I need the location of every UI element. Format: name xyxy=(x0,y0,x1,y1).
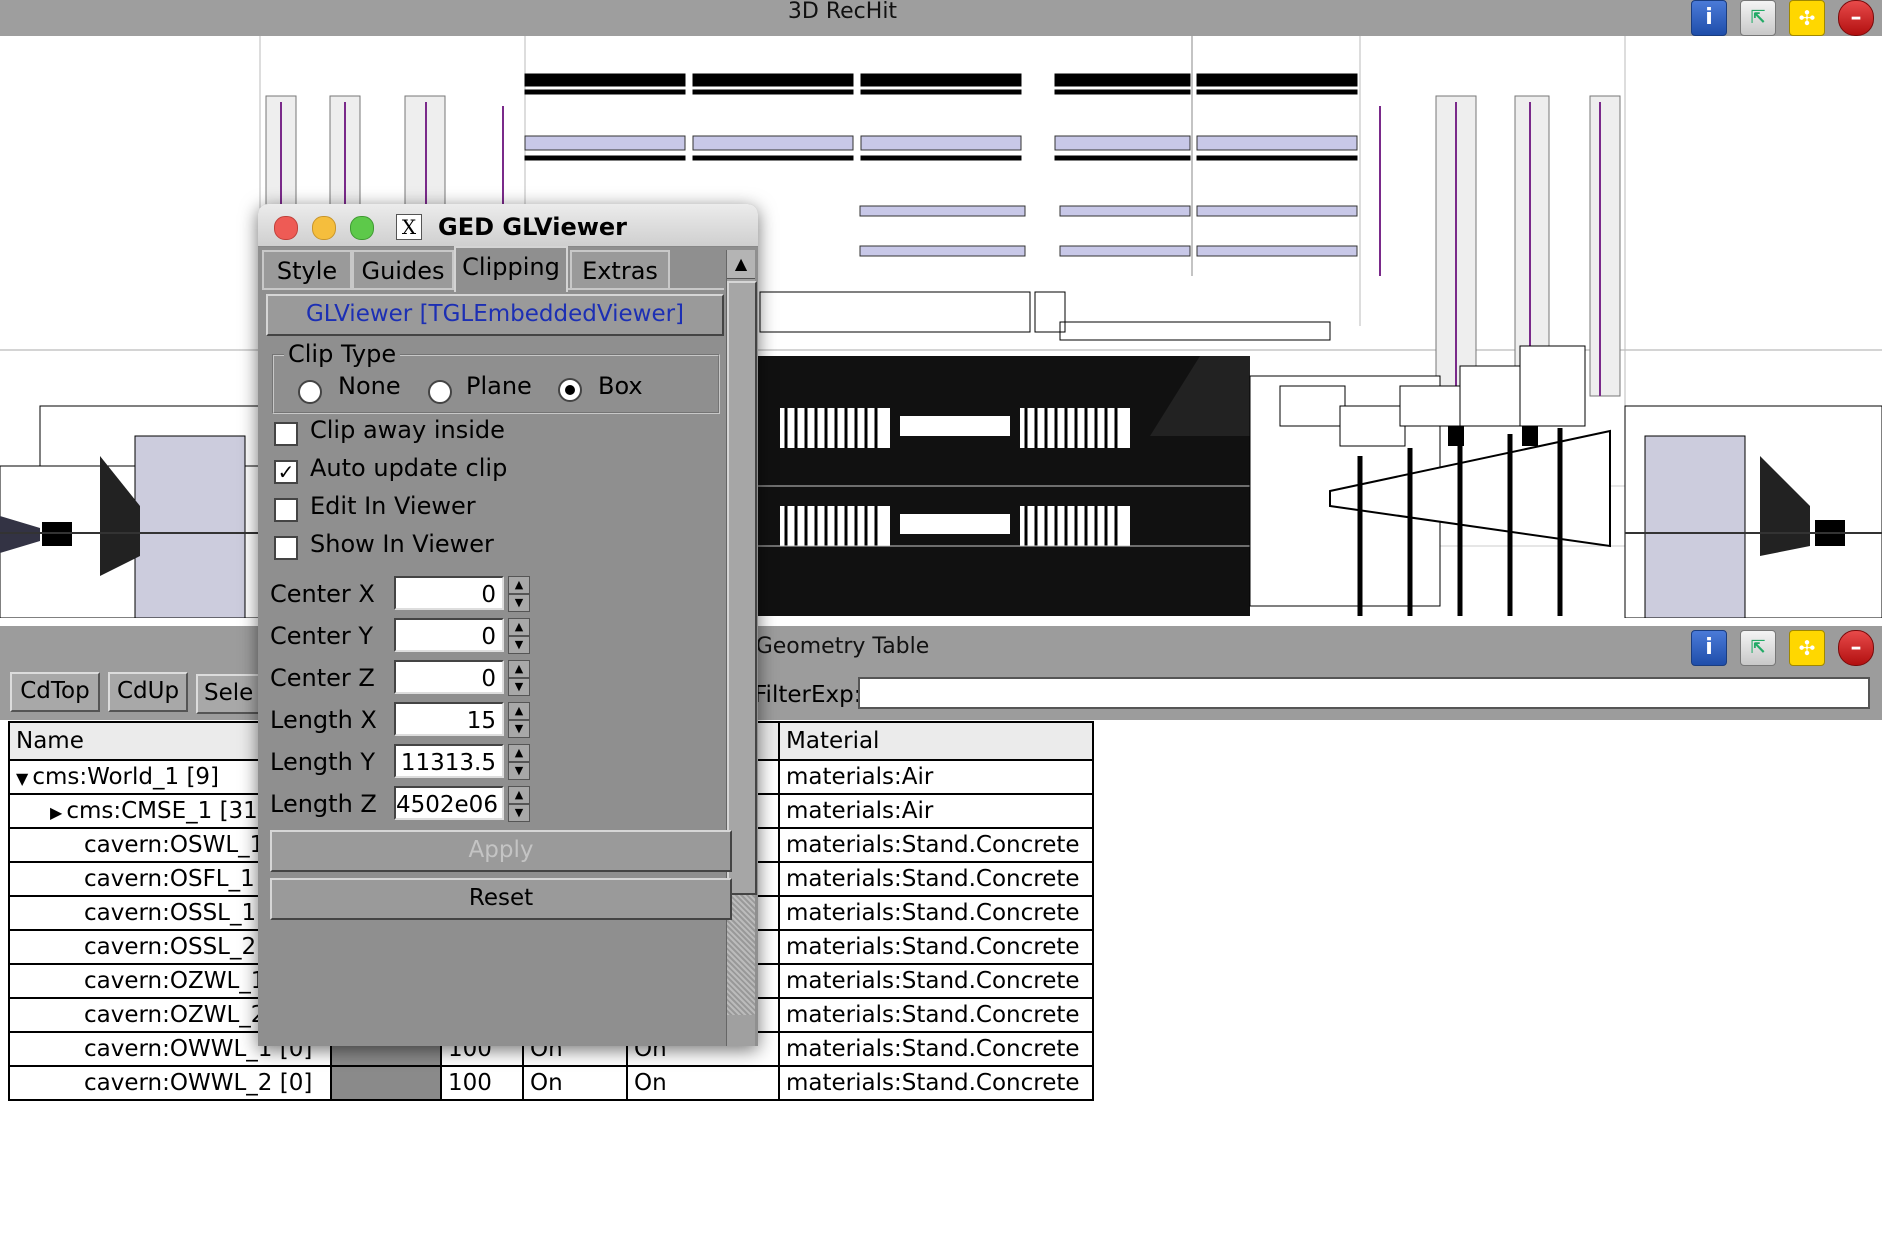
row-name-text: cavern:OSSL_2 [ xyxy=(84,934,273,960)
tab-clipping[interactable]: Clipping xyxy=(454,246,568,292)
row-name-text: cavern:OZWL_2 xyxy=(84,1002,266,1028)
length-y-field[interactable]: 11313.5 xyxy=(394,744,504,778)
row-name-text: cavern:OWWL_2 [0] xyxy=(84,1070,313,1096)
cdtop-button[interactable]: CdTop xyxy=(10,672,100,712)
row-name-text: cms:World_1 [9] xyxy=(32,764,220,790)
cell-material: materials:Air xyxy=(778,793,1094,829)
clip-away-inside-checkbox[interactable] xyxy=(274,422,298,446)
length-y-label: Length Y xyxy=(270,748,376,776)
center-y-stepper[interactable]: ▲ ▼ xyxy=(508,618,530,656)
row-name-text: cavern:OSWL_1 xyxy=(84,832,265,858)
dialog-title: GED GLViewer xyxy=(438,213,627,241)
table-row[interactable]: cavern:OWWL_2 [0] 100 On On materials:Stand.… xyxy=(8,1065,1094,1101)
ged-glviewer-dialog: X GED GLViewer Style Guides Clipping Ext… xyxy=(258,204,758,1046)
auto-update-clip-label: Auto update clip xyxy=(310,454,508,482)
scroll-up-icon[interactable]: ▲ xyxy=(727,250,755,279)
glviewer-object-button[interactable]: GLViewer [TGLEmbeddedViewer] xyxy=(266,294,724,336)
undock-icon[interactable]: ⇱ xyxy=(1740,0,1776,36)
edit-in-viewer-checkbox[interactable] xyxy=(274,498,298,522)
center-y-field[interactable]: 0 xyxy=(394,618,504,652)
length-y-stepper[interactable]: ▲ ▼ xyxy=(508,744,530,782)
info-icon[interactable]: i xyxy=(1691,630,1727,666)
close-icon[interactable]: – xyxy=(1838,630,1874,666)
undock-icon[interactable]: ⇱ xyxy=(1740,630,1776,666)
clip-away-inside-label: Clip away inside xyxy=(310,416,505,444)
filter-expression-input[interactable] xyxy=(858,677,1870,709)
clip-type-label: Clip Type xyxy=(284,340,401,368)
radio-none[interactable] xyxy=(298,380,322,404)
cell-material: materials:Stand.Concrete xyxy=(778,861,1094,897)
cell-vis: 100 xyxy=(440,1065,524,1101)
tab-extras[interactable]: Extras xyxy=(570,250,670,290)
row-name-text: cavern:OZWL_1 xyxy=(84,968,266,994)
center-z-stepper[interactable]: ▲ ▼ xyxy=(508,660,530,698)
length-x-stepper[interactable]: ▲ ▼ xyxy=(508,702,530,740)
center-x-stepper[interactable]: ▲ ▼ xyxy=(508,576,530,614)
center-y-label: Center Y xyxy=(270,622,374,650)
close-icon[interactable]: – xyxy=(1838,0,1874,36)
radio-plane-label: Plane xyxy=(466,372,532,400)
cell-material: materials:Stand.Concrete xyxy=(778,963,1094,999)
cdup-button[interactable]: CdUp xyxy=(108,672,188,712)
collapsed-arrow-icon[interactable]: ▶ xyxy=(50,803,62,822)
info-icon[interactable]: i xyxy=(1691,0,1727,36)
zoom-window-icon[interactable] xyxy=(350,216,374,240)
scrollbar-thumb[interactable] xyxy=(727,281,757,895)
geometry-table-title: Geometry Table xyxy=(755,634,930,659)
maximize-icon[interactable]: ✣ xyxy=(1789,0,1825,36)
filter-label: FilterExp: xyxy=(754,682,862,708)
tab-guides[interactable]: Guides xyxy=(352,250,454,290)
center-x-field[interactable]: 0 xyxy=(394,576,504,610)
length-z-field[interactable]: 4502e06 xyxy=(394,786,504,820)
length-x-label: Length X xyxy=(270,706,377,734)
cell-material: materials:Air xyxy=(778,759,1094,795)
dialog-titlebar[interactable]: X GED GLViewer xyxy=(258,204,758,247)
viewer-title: 3D RecHit xyxy=(787,0,898,24)
row-name-text: cavern:OSSL_1 [ xyxy=(84,900,273,926)
row-name-text: cms:CMSE_1 [31 xyxy=(66,798,258,824)
minimize-window-icon[interactable] xyxy=(312,216,336,240)
expanded-arrow-icon[interactable]: ▼ xyxy=(16,769,28,788)
center-x-label: Center X xyxy=(270,580,375,608)
tab-style[interactable]: Style xyxy=(262,250,352,290)
length-z-label: Length Z xyxy=(270,790,377,818)
viewer-titlebar: 3D RecHit i ⇱ ✣ – xyxy=(0,0,1882,37)
cell-material: materials:Stand.Concrete xyxy=(778,1031,1094,1067)
cell-material: materials:Stand.Concrete xyxy=(778,895,1094,931)
radio-box[interactable] xyxy=(558,378,582,402)
close-window-icon[interactable] xyxy=(274,216,298,240)
x11-icon: X xyxy=(396,214,422,240)
center-z-field[interactable]: 0 xyxy=(394,660,504,694)
show-in-viewer-checkbox[interactable] xyxy=(274,536,298,560)
cell-c1: On xyxy=(522,1065,628,1101)
reset-button[interactable]: Reset xyxy=(270,878,732,920)
center-z-label: Center Z xyxy=(270,664,375,692)
edit-in-viewer-label: Edit In Viewer xyxy=(310,492,476,520)
radio-box-label: Box xyxy=(598,372,643,400)
radio-plane[interactable] xyxy=(428,380,452,404)
cell-material: materials:Stand.Concrete xyxy=(778,827,1094,863)
cell-c2: On xyxy=(626,1065,780,1101)
column-header-material[interactable]: Material xyxy=(778,721,1094,761)
cell-material: materials:Stand.Concrete xyxy=(778,1065,1094,1101)
show-in-viewer-label: Show In Viewer xyxy=(310,530,494,558)
cell-color-swatch xyxy=(330,1065,442,1101)
cell-material: materials:Stand.Concrete xyxy=(778,997,1094,1033)
auto-update-clip-checkbox[interactable]: ✓ xyxy=(274,460,298,484)
length-z-stepper[interactable]: ▲ ▼ xyxy=(508,786,530,824)
length-x-field[interactable]: 15 xyxy=(394,702,504,736)
cell-material: materials:Stand.Concrete xyxy=(778,929,1094,965)
apply-button[interactable]: Apply xyxy=(270,830,732,872)
maximize-icon[interactable]: ✣ xyxy=(1789,630,1825,666)
radio-none-label: None xyxy=(338,372,401,400)
dialog-scrollbar[interactable]: ▲ xyxy=(726,250,757,1046)
row-name-text: cavern:OSFL_1 [ xyxy=(84,866,272,892)
cell-name: cavern:OWWL_2 [0] xyxy=(8,1065,332,1101)
